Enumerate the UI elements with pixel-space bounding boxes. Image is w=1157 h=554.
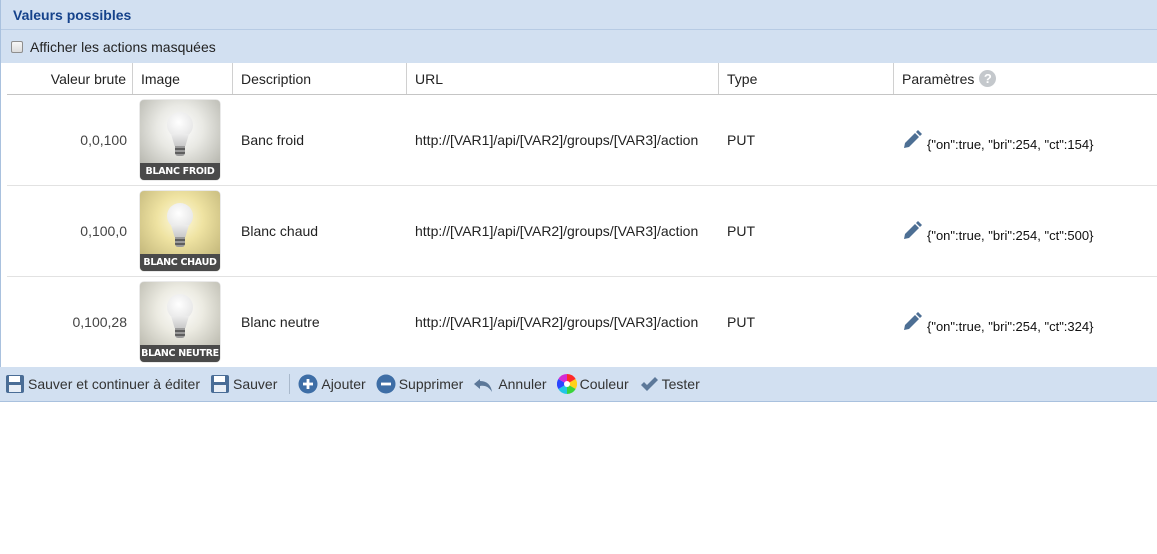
test-button[interactable]: Tester [639, 374, 700, 394]
add-label: Ajouter [321, 376, 366, 392]
column-header-description[interactable]: Description [233, 63, 407, 94]
table-header: Valeur brute Image Description URL Type … [7, 63, 1157, 95]
save-label: Sauver [233, 376, 278, 392]
description-cell: Blanc neutre [241, 314, 320, 330]
save-continue-button[interactable]: Sauver et continuer à éditer [5, 374, 200, 394]
cancel-button[interactable]: Annuler [473, 374, 547, 394]
add-button[interactable]: Ajouter [298, 374, 366, 394]
image-cell: BLANC FROID [133, 95, 233, 185]
table-row[interactable]: 0,100,28 BLANC NEUTRE Blanc neutre http:… [7, 277, 1157, 368]
show-hidden-actions-label[interactable]: Afficher les actions masquées [30, 39, 216, 55]
raw-value-cell: 0,100,28 [72, 314, 128, 330]
checkmark-icon [640, 377, 658, 391]
undo-icon [474, 379, 493, 392]
minus-circle-icon [376, 374, 396, 394]
save-continue-label: Sauver et continuer à éditer [28, 376, 200, 392]
panel-header: Valeurs possibles [1, 0, 1157, 30]
values-table: Valeur brute Image Description URL Type … [7, 63, 1157, 368]
description-cell: Blanc chaud [241, 223, 319, 239]
description-cell: Banc froid [241, 132, 305, 148]
save-button[interactable]: Sauver [210, 374, 277, 394]
image-caption: BLANC CHAUD [140, 254, 220, 271]
pencil-icon[interactable] [902, 220, 922, 242]
help-icon[interactable]: ? [979, 70, 997, 87]
raw-value-cell: 0,100,0 [80, 223, 127, 239]
color-wheel-icon [556, 374, 577, 394]
color-button[interactable]: Couleur [556, 374, 629, 394]
url-cell: http://[VAR1]/api/[VAR2]/groups/[VAR3]/a… [415, 314, 699, 330]
image-caption: BLANC FROID [140, 163, 220, 180]
panel-title: Valeurs possibles [13, 6, 132, 23]
image-cell: BLANC CHAUD [133, 186, 233, 276]
parameters-cell: {"on":true, "bri":254, "ct":324} [894, 277, 1157, 367]
type-cell: PUT [727, 223, 755, 239]
table-row[interactable]: 0,100,0 BLANC CHAUD Blanc chaud http://[… [7, 186, 1157, 277]
show-hidden-actions-option[interactable]: Afficher les actions masquées [1, 30, 1157, 63]
column-header-raw-value[interactable]: Valeur brute [7, 63, 133, 94]
parameters-cell: {"on":true, "bri":254, "ct":154} [894, 95, 1157, 185]
image-caption: BLANC NEUTRE [140, 345, 220, 362]
test-label: Tester [661, 376, 700, 392]
url-cell: http://[VAR1]/api/[VAR2]/groups/[VAR3]/a… [415, 132, 699, 148]
delete-button[interactable]: Supprimer [376, 374, 464, 394]
checkbox-icon[interactable] [11, 40, 23, 53]
image-cell: BLANC NEUTRE [133, 277, 233, 367]
pencil-icon[interactable] [902, 129, 922, 151]
delete-label: Supprimer [398, 376, 464, 392]
toolbar-separator [289, 374, 291, 394]
parameters-value: {"on":true, "bri":254, "ct":154} [927, 136, 1094, 152]
parameters-cell: {"on":true, "bri":254, "ct":500} [894, 186, 1157, 276]
bulb-image: BLANC NEUTRE [140, 282, 220, 362]
floppy-icon [211, 375, 229, 393]
plus-circle-icon [298, 374, 318, 394]
url-cell: http://[VAR1]/api/[VAR2]/groups/[VAR3]/a… [415, 223, 699, 239]
pencil-icon[interactable] [902, 311, 922, 333]
type-cell: PUT [727, 314, 755, 330]
bottom-toolbar: Sauver et continuer à éditer Sauver Ajou… [0, 367, 1157, 402]
parameters-value: {"on":true, "bri":254, "ct":324} [927, 318, 1094, 334]
bulb-image: BLANC FROID [140, 100, 220, 180]
column-header-url[interactable]: URL [407, 63, 719, 94]
column-header-parameters-label: Paramètres [902, 70, 975, 87]
cancel-label: Annuler [498, 376, 547, 392]
floppy-icon [6, 375, 24, 393]
type-cell: PUT [727, 132, 755, 148]
bulb-image: BLANC CHAUD [140, 191, 220, 271]
raw-value-cell: 0,0,100 [80, 132, 127, 148]
column-header-parameters[interactable]: Paramètres ? [894, 63, 1157, 94]
color-label: Couleur [579, 376, 629, 392]
parameters-value: {"on":true, "bri":254, "ct":500} [927, 227, 1094, 243]
column-header-type[interactable]: Type [719, 63, 894, 94]
column-header-image[interactable]: Image [133, 63, 233, 94]
table-row[interactable]: 0,0,100 BLANC FROID Banc froid http://[V… [7, 95, 1157, 186]
